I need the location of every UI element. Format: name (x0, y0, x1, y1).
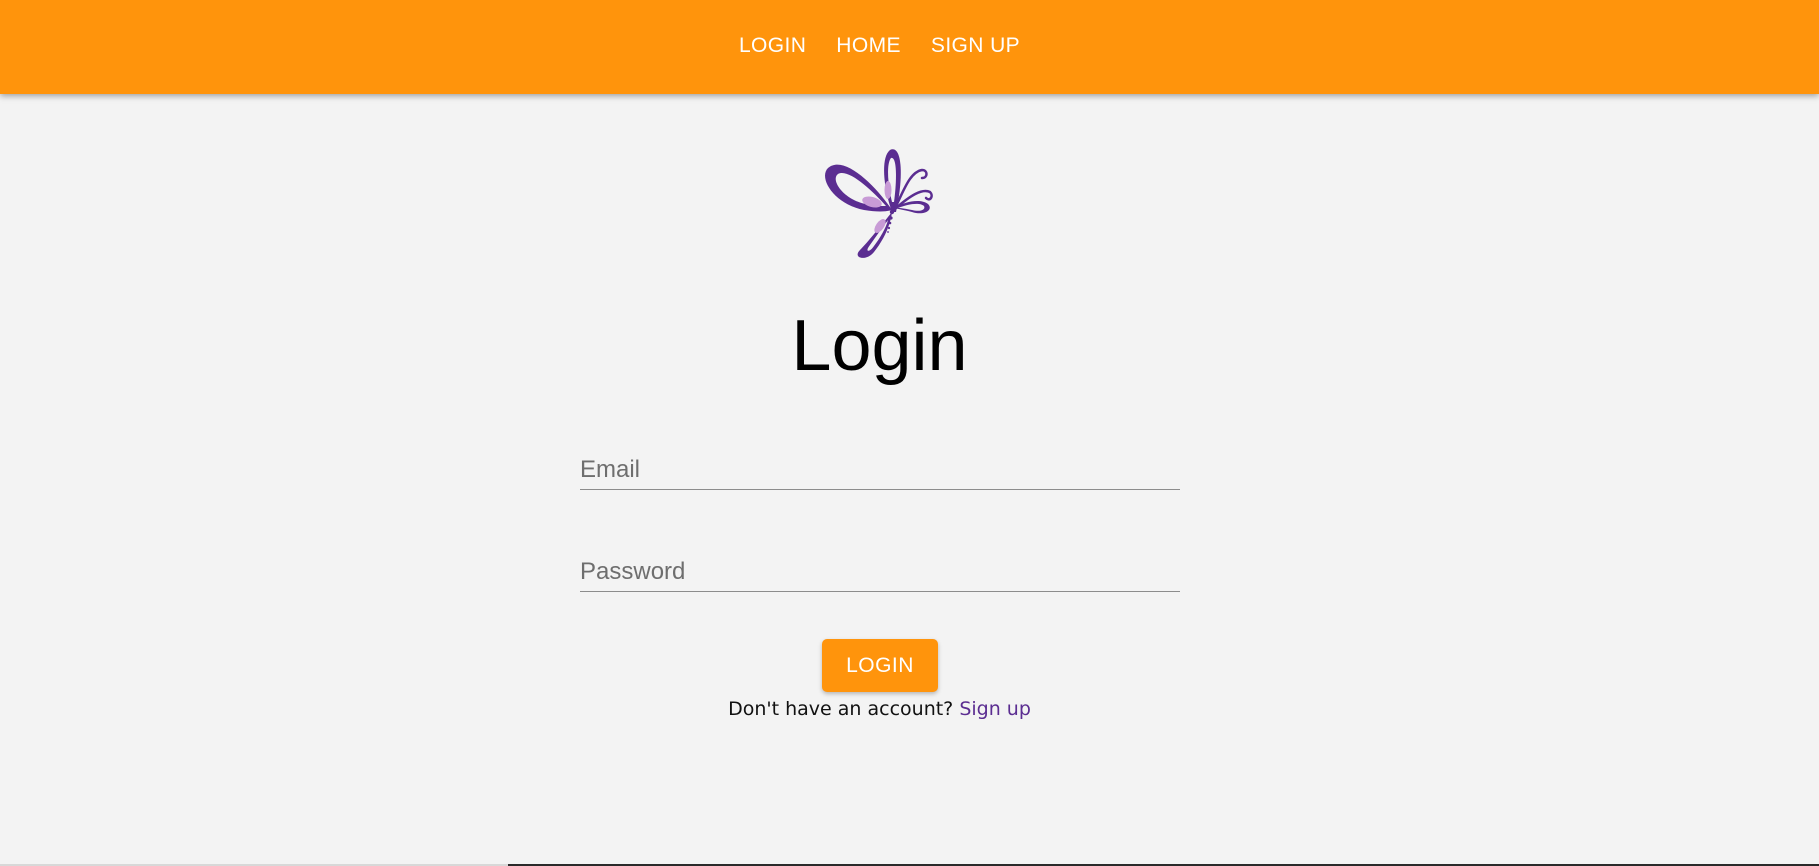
signup-prompt-line: Don't have an account? Sign up (0, 698, 1759, 720)
nav-signup-link[interactable]: SIGN UP (931, 34, 1020, 58)
login-button[interactable]: LOGIN (822, 639, 938, 692)
page-title: Login (791, 306, 968, 386)
password-field (580, 553, 1180, 592)
top-navbar: LOGIN HOME SIGN UP (0, 0, 1819, 94)
email-field (580, 451, 1180, 490)
butterfly-icon (824, 146, 934, 258)
nav-login-link[interactable]: LOGIN (739, 34, 806, 58)
signup-link[interactable]: Sign up (959, 698, 1031, 720)
email-input[interactable] (580, 451, 1180, 489)
nav-home-link[interactable]: HOME (836, 34, 901, 58)
nav-menu: LOGIN HOME SIGN UP (0, 0, 1759, 94)
signup-prompt-text: Don't have an account? (728, 698, 954, 720)
password-input[interactable] (580, 553, 1180, 591)
